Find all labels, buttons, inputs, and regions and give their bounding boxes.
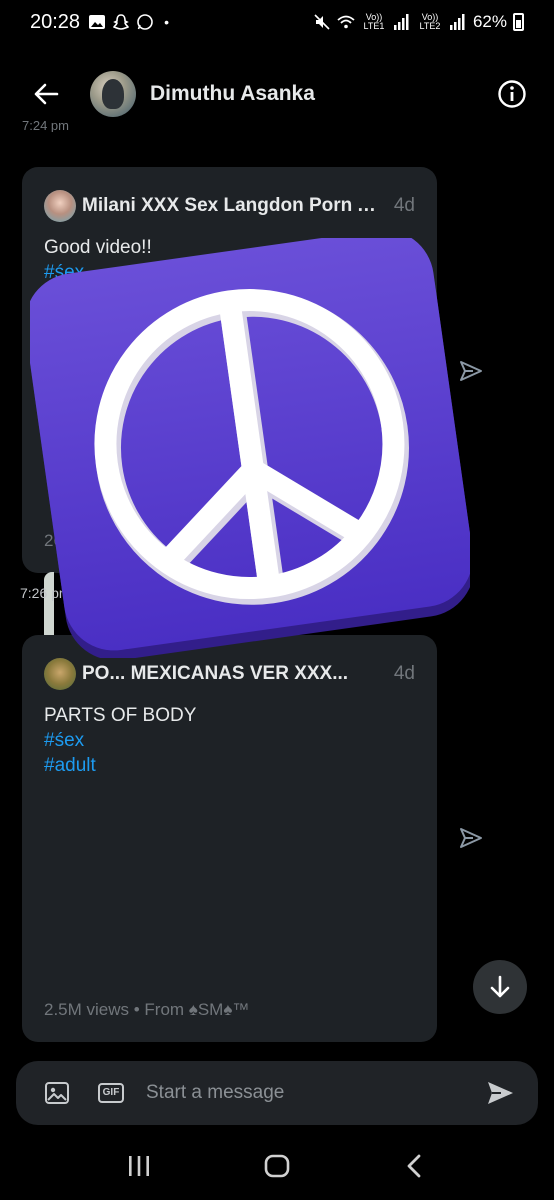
snapchat-notification-icon (113, 14, 129, 30)
scroll-to-bottom-button[interactable] (473, 960, 527, 1014)
system-back-button[interactable] (385, 1136, 445, 1196)
arrow-left-icon (34, 83, 59, 105)
wifi-icon (337, 15, 355, 29)
add-image-button[interactable] (40, 1076, 74, 1110)
whatsapp-notification-icon (137, 14, 153, 30)
mute-icon (314, 14, 330, 30)
post-author: PO... MEXICANAS VER XXX... (82, 663, 349, 684)
shared-post-card[interactable]: PO... MEXICANAS VER XXX... 4d PARTS OF B… (22, 635, 437, 1042)
gallery-notification-icon (89, 15, 106, 29)
send-button[interactable] (480, 1073, 520, 1113)
battery-percent: 62% (472, 12, 507, 31)
post-author-avatar (44, 658, 76, 690)
status-right: Vo)) LTE1 Vo)) LTE2 62% (313, 12, 524, 32)
status-dot: • (164, 14, 169, 30)
share-button[interactable] (451, 818, 491, 858)
conversation-header: Dimuthu Asanka (0, 62, 554, 126)
hashtag-link[interactable]: #śex (44, 728, 415, 753)
post-author: Milani XXX Sex Langdon Porn A... (82, 195, 382, 216)
previous-timestamp: 7:24 pm (22, 118, 69, 132)
post-age: 4d (393, 195, 415, 216)
home-icon (264, 1154, 290, 1178)
status-notification-icons: • (88, 13, 169, 31)
send-filled-icon (488, 1082, 513, 1104)
info-icon (498, 80, 526, 108)
image-icon (45, 1082, 69, 1104)
gif-icon: GIF (97, 1083, 125, 1103)
peace-sign-icon (30, 238, 470, 658)
send-icon (460, 828, 482, 848)
home-button[interactable] (247, 1136, 307, 1196)
chevron-left-icon (407, 1154, 421, 1178)
post-text: PARTS OF BODY (44, 705, 197, 726)
contact-name[interactable]: Dimuthu Asanka (150, 82, 315, 106)
info-button[interactable] (492, 74, 532, 114)
post-author-avatar (44, 190, 76, 222)
network-label-2: Vo)) LTE2 (419, 12, 441, 31)
contact-avatar[interactable] (90, 71, 136, 117)
signal-icon (449, 14, 465, 30)
system-navigation-bar (0, 1132, 554, 1200)
arrow-down-icon (490, 975, 510, 998)
message-input[interactable] (146, 1082, 466, 1104)
network-label-1: Vo)) LTE1 (363, 12, 385, 31)
post-footer: 2.5M views • From ♠SM♠™ (44, 1000, 250, 1019)
back-button[interactable] (16, 64, 76, 124)
recent-apps-icon (129, 1156, 149, 1176)
post-age: 4d (393, 663, 415, 684)
post-header: PO... MEXICANAS VER XXX... 4d (44, 657, 415, 691)
post-header: Milani XXX Sex Langdon Porn A... 4d (44, 189, 415, 223)
add-gif-button[interactable]: GIF (94, 1076, 128, 1110)
hashtag-link[interactable]: #adult (44, 753, 415, 778)
status-bar: 20:28 • Vo)) LTE1 Vo)) LTE2 62% (0, 0, 554, 44)
battery-icon (513, 13, 524, 31)
message-composer: GIF (16, 1061, 538, 1125)
recent-apps-button[interactable] (109, 1136, 169, 1196)
status-time: 20:28 (30, 10, 81, 33)
signal-icon (393, 14, 409, 30)
